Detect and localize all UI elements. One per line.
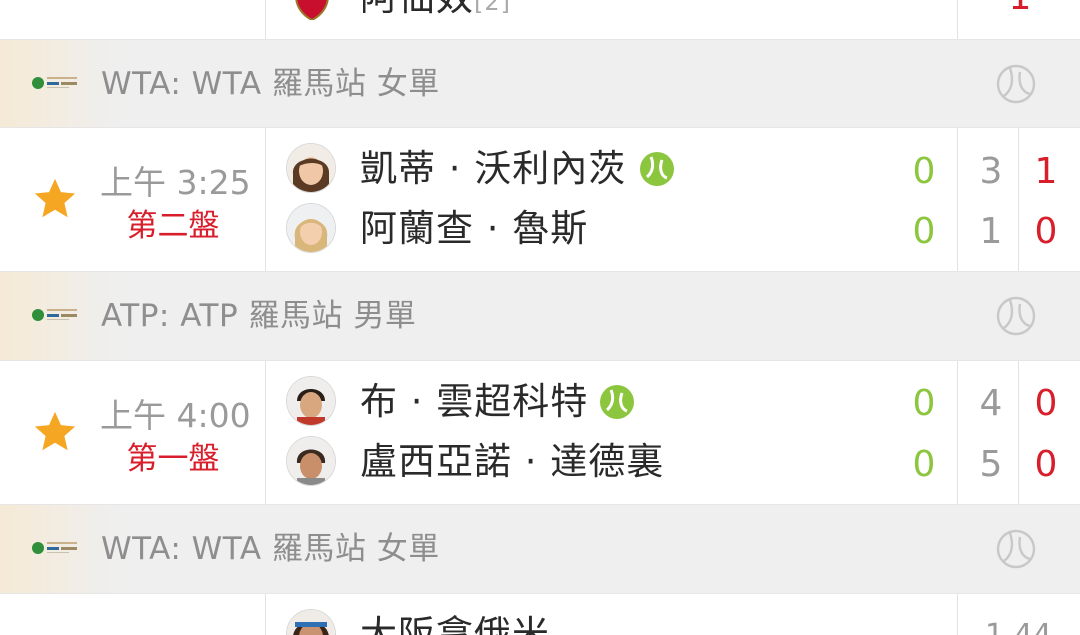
player-name: 阿蘭查 · 魯斯 <box>360 207 589 250</box>
tennis-ball-outline-icon[interactable] <box>996 529 1036 569</box>
player-row: 布 · 雲超科特 <box>287 377 887 427</box>
partial-current-score: 1 <box>1000 0 1040 18</box>
match-status: 第一盤 <box>126 441 220 477</box>
rank-suffix: [2] <box>474 0 511 16</box>
set1-score: 3 <box>979 151 1003 192</box>
player-avatar <box>287 437 335 485</box>
game-score: 0 <box>912 211 936 252</box>
partial-status-text: ·· <box>150 0 190 7</box>
league-header-wta-rome[interactable]: WTA: WTA 羅馬站 女單 <box>0 505 1080 593</box>
game-score: 0 <box>912 151 936 192</box>
player-row: 大阪拿俄米 <box>287 610 887 635</box>
match-time: 上午 3:25 <box>100 163 251 202</box>
tennis-ball-outline-icon[interactable] <box>996 64 1036 104</box>
serving-ball-icon <box>640 152 674 186</box>
star-icon[interactable] <box>32 409 78 455</box>
player-row: 凱蒂 · 沃利內茨 <box>287 144 887 194</box>
partial-player-name: 阿仙奴[2] <box>360 0 511 18</box>
league-header-atp-rome[interactable]: ATP: ATP 羅馬站 男單 <box>0 272 1080 360</box>
serving-ball-icon <box>600 385 634 419</box>
tournament-logo-icon <box>32 308 78 322</box>
player-name: 凱蒂 · 沃利內茨 <box>360 147 627 190</box>
partial-match-row-top[interactable]: ·· 阿仙奴[2] 1 <box>0 0 1080 40</box>
match-row[interactable]: 上午 3:25 第二盤 凱蒂 · 沃利內茨 0 3 1 阿蘭查 · 魯斯 0 1… <box>0 128 1080 271</box>
player-row: 阿蘭查 · 魯斯 <box>287 204 887 254</box>
league-header-wta-rome[interactable]: WTA: WTA 羅馬站 女單 <box>0 40 1080 128</box>
current-set-score: 0 <box>1034 383 1058 424</box>
game-score: 0 <box>912 444 936 485</box>
current-set-score: 0 <box>1034 444 1058 485</box>
partial-match-time: 1 44 <box>985 618 1052 635</box>
tournament-logo-icon <box>32 76 78 90</box>
current-set-score: 0 <box>1034 211 1058 252</box>
set1-score: 5 <box>979 444 1003 485</box>
set1-score: 4 <box>979 383 1003 424</box>
league-name: ATP: ATP 羅馬站 男單 <box>101 298 417 334</box>
tennis-ball-outline-icon[interactable] <box>996 296 1036 336</box>
player-name: 布 · 雲超科特 <box>360 380 589 423</box>
player-row: 盧西亞諾 · 達德裏 <box>287 437 887 487</box>
team-crest-icon <box>290 0 334 22</box>
player-avatar <box>287 204 335 252</box>
set1-score: 1 <box>979 211 1003 252</box>
match-status: 第二盤 <box>126 208 220 244</box>
league-name: WTA: WTA 羅馬站 女單 <box>101 531 440 567</box>
league-name: WTA: WTA 羅馬站 女單 <box>101 66 440 102</box>
partial-match-row-bottom[interactable]: 大阪拿俄米 1 44 <box>0 594 1080 635</box>
player-avatar <box>287 610 335 635</box>
match-row[interactable]: 上午 4:00 第一盤 布 · 雲超科特 0 4 0 盧西亞諾 · 達德裏 0 … <box>0 361 1080 504</box>
player-avatar <box>287 377 335 425</box>
match-time: 上午 4:00 <box>100 396 251 435</box>
current-set-score: 1 <box>1034 151 1058 192</box>
player-avatar <box>287 144 335 192</box>
game-score: 0 <box>912 383 936 424</box>
star-icon[interactable] <box>32 176 78 222</box>
player-name: 大阪拿俄米 <box>360 613 550 635</box>
tournament-logo-icon <box>32 541 78 555</box>
player-name: 盧西亞諾 · 達德裏 <box>360 440 665 483</box>
